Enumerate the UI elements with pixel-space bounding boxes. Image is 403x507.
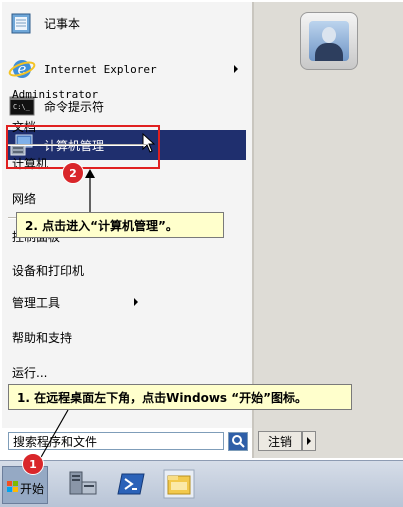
- place-item-network[interactable]: 网络: [12, 188, 146, 208]
- windows-logo-icon: [7, 481, 18, 492]
- start-label: 开始: [19, 482, 44, 496]
- svg-text:C:\_: C:\_: [13, 103, 31, 111]
- logoff-options-button[interactable]: [302, 431, 316, 451]
- program-item-label: 记事本: [44, 16, 81, 31]
- submenu-arrow-icon: [234, 65, 238, 73]
- program-item-internet-explorer[interactable]: e Internet Explorer: [6, 54, 246, 84]
- callout-step-2: 2. 点击进入“计算机管理”。: [16, 212, 224, 238]
- place-item-devices-printers[interactable]: 设备和打印机: [12, 260, 146, 280]
- place-item-help-support[interactable]: 帮助和支持: [12, 327, 146, 347]
- user-avatar[interactable]: [300, 12, 358, 70]
- taskbar-file-explorer-icon[interactable]: [162, 468, 196, 500]
- program-item-label: Internet Explorer: [44, 62, 157, 76]
- user-picture-icon: [309, 21, 349, 61]
- search-icon: [232, 435, 245, 448]
- submenu-arrow-icon: [134, 298, 138, 306]
- internet-explorer-icon: e: [8, 57, 36, 81]
- logoff-button[interactable]: 注销: [258, 431, 302, 451]
- notepad-icon: [8, 11, 36, 35]
- program-item-notepad[interactable]: 记事本: [6, 8, 246, 38]
- place-item-label: 管理工具: [12, 295, 61, 310]
- taskbar-powershell-icon[interactable]: [114, 468, 148, 500]
- callout-step-1: 1. 在远程桌面左下角，点击Windows “开始”图标。: [8, 384, 352, 410]
- place-item-run[interactable]: 运行...: [12, 362, 146, 382]
- highlight-box: [6, 125, 160, 169]
- step-badge-1: 1: [22, 453, 44, 475]
- place-item-admin-tools[interactable]: 管理工具: [12, 292, 146, 312]
- search-button[interactable]: [228, 432, 248, 451]
- callout-arrow-2: [85, 169, 95, 212]
- step-badge-2: 2: [62, 162, 84, 184]
- user-name-link[interactable]: Administrator: [12, 84, 146, 104]
- taskbar-server-manager-icon[interactable]: [66, 468, 100, 500]
